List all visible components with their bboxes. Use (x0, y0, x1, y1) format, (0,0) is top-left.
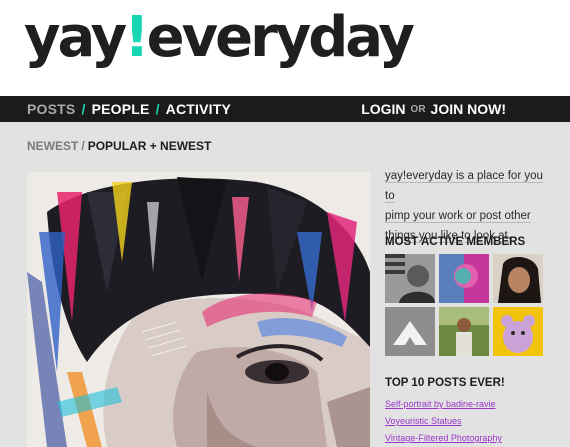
top-posts-heading: TOP 10 POSTS EVER! (385, 377, 505, 389)
intro-line: pimp your work or post other (385, 210, 531, 223)
nav-separator: / (81, 101, 86, 117)
member-avatar[interactable] (493, 254, 543, 303)
nav-separator: / (155, 101, 160, 117)
intro-line: yay!everyday is a place for you to (385, 170, 543, 203)
avatar-image (493, 307, 543, 356)
tab-newest[interactable]: NEWEST (27, 139, 78, 153)
member-avatar-grid (385, 254, 545, 356)
or-text: OR (410, 103, 426, 115)
logo-bang: ! (124, 5, 149, 70)
avatar-image (439, 254, 489, 303)
site-header: yay!everyday (0, 0, 570, 96)
top-post-link[interactable]: Vintage-Filtered Photography (385, 433, 502, 443)
list-item: Self-portrait by badine-ravie (385, 396, 502, 413)
nav-people[interactable]: PEOPLE (92, 101, 150, 117)
avatar-image (439, 307, 489, 356)
site-logo[interactable]: yay!everyday (24, 2, 415, 74)
list-item: Vintage-Filtered Photography (385, 430, 502, 447)
member-avatar[interactable] (439, 307, 489, 356)
member-avatar[interactable] (385, 307, 435, 356)
sidebar: yay!everyday is a place for you to pimp … (385, 166, 545, 443)
auth-links: LOGIN OR JOIN NOW! (361, 96, 506, 122)
nav-activity[interactable]: ACTIVITY (166, 101, 231, 117)
avatar-image (385, 307, 435, 356)
tab-separator: / (81, 139, 85, 153)
tab-popular-newest[interactable]: POPULAR + NEWEST (88, 139, 212, 153)
member-avatar[interactable] (385, 254, 435, 303)
top-post-link[interactable]: Self-portrait by badine-ravie (385, 399, 496, 409)
logo-part-1: yay (24, 5, 127, 70)
top-post-link[interactable]: Voyeuristic Statues (385, 416, 462, 426)
logo-part-2: everyday (146, 5, 415, 70)
most-active-members-heading: MOST ACTIVE MEMBERS (385, 236, 526, 248)
nav-posts[interactable]: POSTS (27, 101, 75, 117)
avatar-image (385, 254, 435, 303)
painted-portrait-artwork (27, 172, 370, 447)
member-avatar[interactable] (493, 307, 543, 356)
join-now-link[interactable]: JOIN NOW! (431, 101, 506, 117)
avatar-image (493, 254, 543, 303)
login-link[interactable]: LOGIN (361, 101, 405, 117)
site-intro: yay!everyday is a place for you to pimp … (385, 166, 545, 246)
top-posts-list: Self-portrait by badine-ravie Voyeuristi… (385, 396, 502, 447)
featured-post-image[interactable] (27, 172, 370, 447)
list-item: Voyeuristic Statues (385, 413, 502, 430)
main-navbar: POSTS / PEOPLE / ACTIVITY LOGIN OR JOIN … (0, 96, 570, 122)
member-avatar[interactable] (439, 254, 489, 303)
nav-links: POSTS / PEOPLE / ACTIVITY (27, 96, 231, 122)
sort-tabs: NEWEST / POPULAR + NEWEST (27, 139, 211, 153)
